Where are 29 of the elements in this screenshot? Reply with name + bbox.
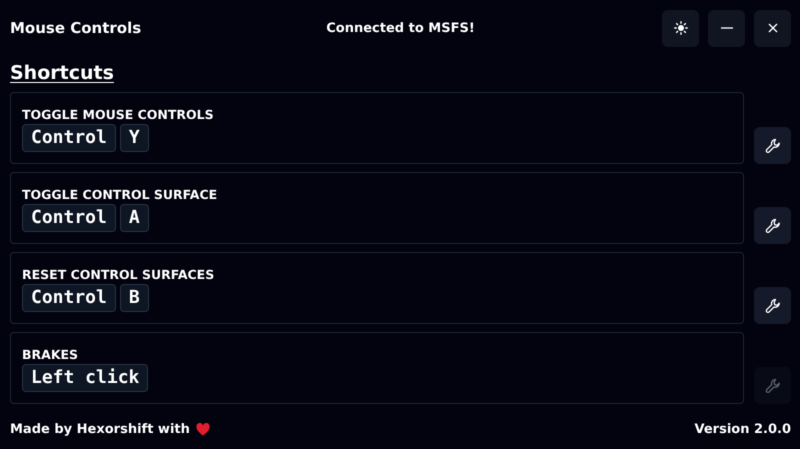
close-icon (768, 23, 778, 33)
shortcut-label: BRAKES (22, 347, 80, 362)
wrench-icon (764, 218, 780, 234)
wrench-icon (764, 298, 780, 314)
theme-toggle-button[interactable] (662, 10, 699, 46)
sun-icon (674, 21, 688, 35)
credit-text: Made by Hexorshift with (10, 422, 190, 436)
minimize-icon (720, 27, 732, 29)
edit-shortcut-button[interactable] (754, 287, 791, 324)
window-title: Mouse Controls (10, 19, 142, 37)
key-badge: Y (120, 124, 149, 152)
version-text: Version 2.0.0 (694, 422, 791, 436)
section-heading: Shortcuts (10, 62, 114, 84)
key-badge: A (120, 204, 149, 232)
key-badge: Control (22, 284, 116, 312)
edit-shortcut-button[interactable] (754, 127, 791, 164)
edit-shortcut-button[interactable] (754, 207, 791, 244)
key-badge: Control (22, 124, 116, 152)
shortcut-label: TOGGLE MOUSE CONTROLS (22, 107, 215, 122)
wrench-icon (764, 378, 780, 394)
key-badge: Control (22, 204, 116, 232)
wrench-icon (764, 138, 780, 154)
key-badge: B (120, 284, 149, 312)
connection-status: Connected to MSFS! (326, 20, 475, 36)
shortcut-label: RESET CONTROL SURFACES (22, 267, 216, 282)
close-button[interactable] (754, 10, 791, 46)
key-badge: Left click (22, 364, 148, 392)
shortcut-label: TOGGLE CONTROL SURFACE (22, 187, 218, 202)
heart-icon (196, 422, 210, 436)
